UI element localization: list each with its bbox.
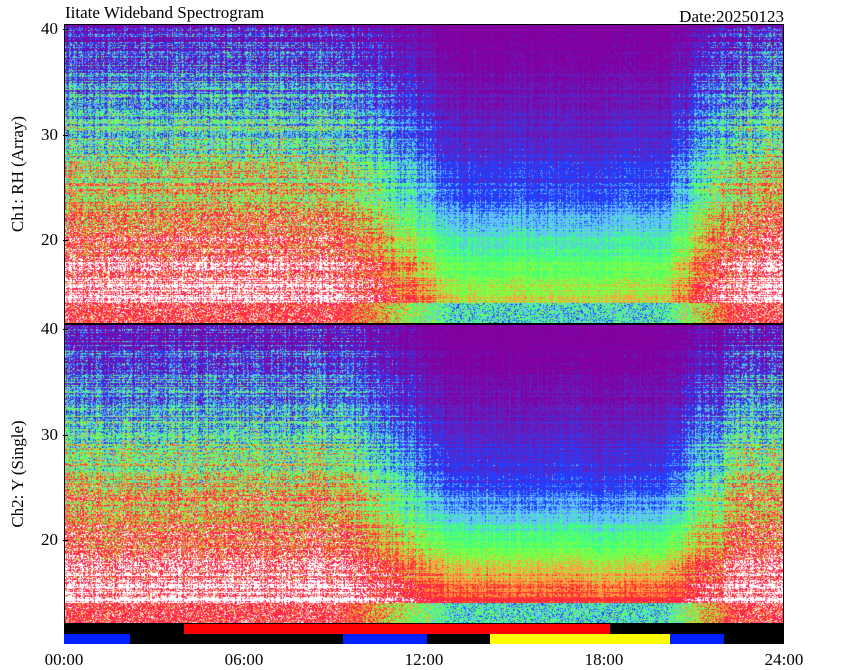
x-tick-label: 00:00	[44, 650, 84, 669]
y-tick-mark	[63, 434, 68, 436]
spectrogram-panel-ch1	[64, 24, 784, 324]
y-tick-label: 30	[41, 424, 58, 444]
x-tick-label: 12:00	[404, 650, 444, 669]
status-segment	[64, 634, 130, 644]
y-tick-label: 20	[41, 529, 58, 549]
y-tick-mark	[63, 539, 68, 541]
x-tick-label: 24:00	[764, 650, 804, 669]
y-tick-mark	[63, 329, 68, 331]
status-segment	[343, 634, 427, 644]
y-tick-mark	[63, 29, 68, 31]
chart-title: Iitate Wideband Spectrogram	[65, 3, 265, 22]
spectrogram-heatmap-ch2	[65, 325, 783, 623]
x-tick-label: 18:00	[584, 650, 624, 669]
y-tick-mark	[63, 134, 68, 136]
y-tick-label: 40	[41, 19, 58, 39]
y-tick-label: 30	[41, 124, 58, 144]
spectrogram-panel-ch2	[64, 324, 784, 624]
status-segment	[184, 624, 610, 634]
spectrogram-heatmap-ch1	[65, 25, 783, 323]
y-tick-label: 40	[41, 319, 58, 339]
y-tick-mark	[63, 239, 68, 241]
status-segment	[490, 634, 670, 644]
y-tick-label: 20	[41, 229, 58, 249]
status-bar	[64, 624, 784, 644]
status-segment	[670, 634, 724, 644]
x-tick-label: 06:00	[224, 650, 264, 669]
